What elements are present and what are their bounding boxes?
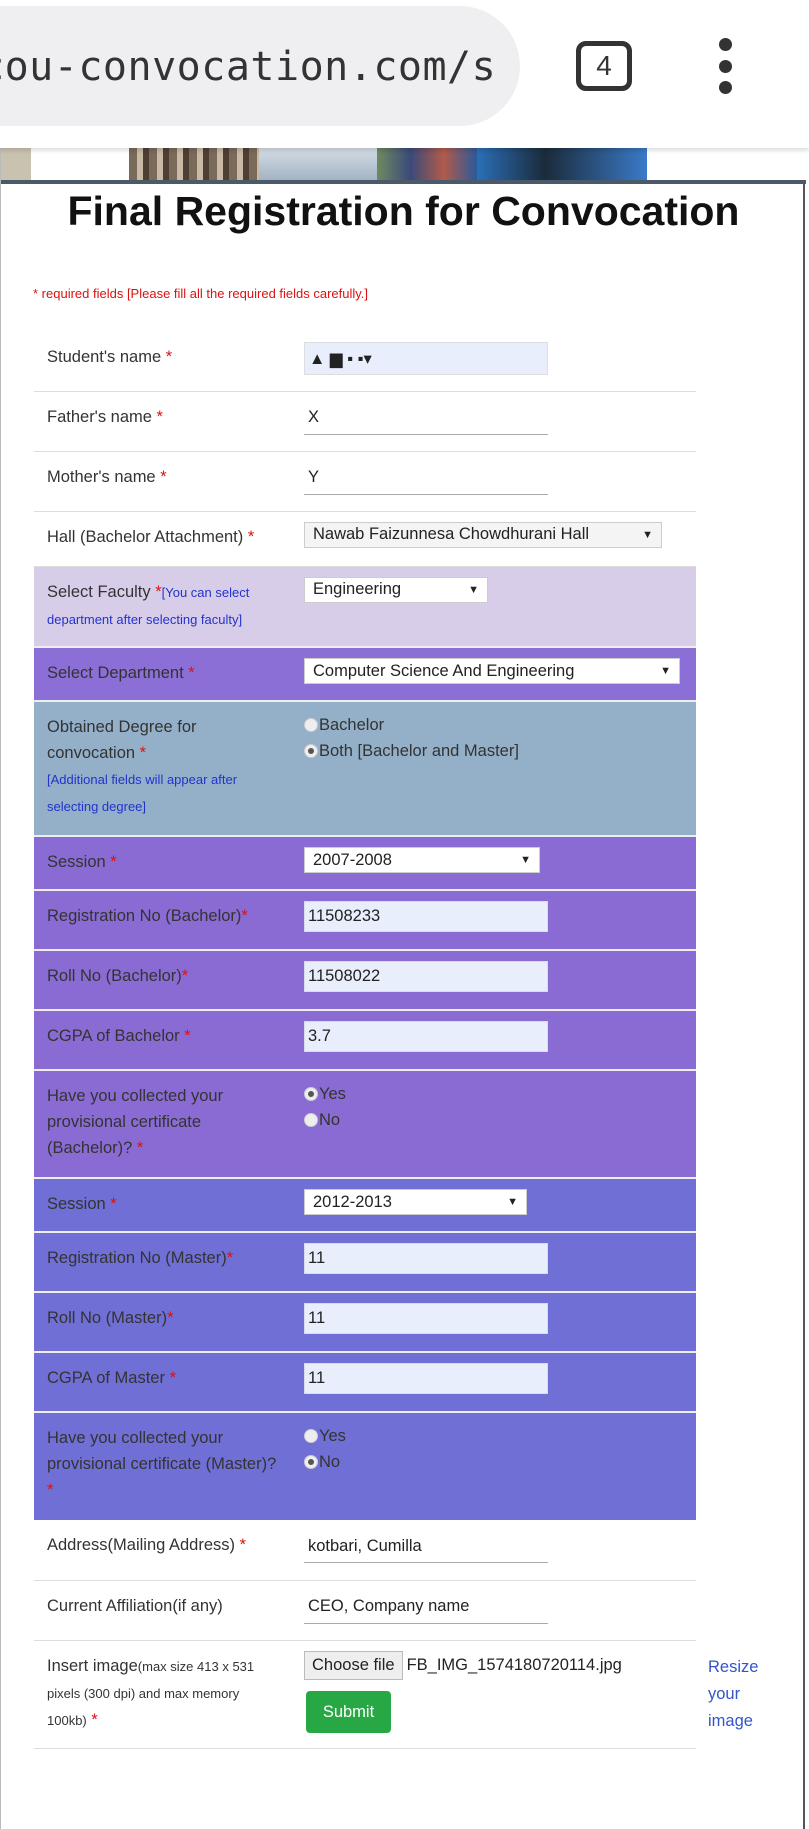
radio-button[interactable] <box>304 718 318 732</box>
registration-form: Student's name * Father's name * Mother'… <box>34 332 696 1749</box>
bachelor-session-select[interactable]: 2007-2008 ▼ <box>304 847 540 873</box>
bachelor-roll-input[interactable] <box>304 961 548 992</box>
image-label: Insert image(max size 413 x 531 pixels (… <box>47 1656 255 1729</box>
bachelor-cert-yes[interactable]: Yes <box>304 1081 684 1107</box>
faculty-select[interactable]: Engineering ▼ <box>304 576 488 603</box>
tab-count: 4 <box>596 50 612 81</box>
dropdown-arrow-icon: ▼ <box>468 583 479 596</box>
father-name-input[interactable] <box>304 401 548 435</box>
dropdown-arrow-icon: ▼ <box>507 1196 518 1208</box>
radio-button-selected[interactable] <box>304 1087 318 1101</box>
mother-name-label: Mother's name * <box>47 467 167 486</box>
bachelor-reg-label: Registration No (Bachelor)* <box>34 890 293 951</box>
master-cgpa-input[interactable] <box>304 1363 548 1394</box>
url-text[interactable]: cou-convocation.com/s <box>0 44 496 90</box>
father-name-label: Father's name * <box>47 407 163 426</box>
choose-file-button[interactable]: Choose file <box>304 1650 403 1680</box>
page-content: Final Registration for Convocation * req… <box>0 148 806 1829</box>
student-name-label: Student's name * <box>47 348 173 366</box>
bachelor-roll-label: Roll No (Bachelor)* <box>34 950 293 1011</box>
degree-label: Obtained Degree for convocation * [Additi… <box>34 701 293 837</box>
degree-hint: [Additional fields will appear after sel… <box>47 772 238 814</box>
master-cert-no[interactable]: No <box>304 1449 684 1475</box>
bachelor-cgpa-input[interactable] <box>304 1021 548 1052</box>
bachelor-cert-no[interactable]: No <box>304 1107 684 1133</box>
browser-toolbar: cou-convocation.com/s 4 <box>0 0 809 148</box>
master-roll-input[interactable] <box>304 1303 548 1334</box>
dropdown-arrow-icon: ▼ <box>642 528 653 541</box>
radio-button[interactable] <box>304 1113 318 1127</box>
master-roll-label: Roll No (Master)* <box>34 1292 293 1353</box>
submit-button[interactable]: Submit <box>306 1691 391 1733</box>
dropdown-arrow-icon: ▼ <box>660 665 671 677</box>
radio-button[interactable] <box>304 1429 318 1443</box>
master-certificate-label: Have you collected your provisional cert… <box>47 1429 277 1499</box>
hall-label: Hall (Bachelor Attachment) * <box>47 527 255 546</box>
bachelor-certificate-label: Have you collected your provisional cert… <box>34 1070 293 1179</box>
header-banner-image <box>1 148 806 184</box>
tab-switcher-button[interactable]: 4 <box>576 41 632 91</box>
address-bar[interactable]: cou-convocation.com/s <box>0 6 520 126</box>
hall-select[interactable]: Nawab Faizunnesa Chowdhurani Hall ▼ <box>304 521 662 548</box>
student-name-input[interactable] <box>304 342 548 375</box>
master-session-select[interactable]: 2012-2013 ▼ <box>304 1189 527 1215</box>
master-cgpa-label: CGPA of Master * <box>34 1352 293 1413</box>
dropdown-arrow-icon: ▼ <box>520 854 531 866</box>
degree-option-both[interactable]: Both [Bachelor and Master] <box>304 738 684 764</box>
overflow-menu-icon[interactable] <box>715 38 735 94</box>
department-select[interactable]: Computer Science And Engineering ▼ <box>304 658 680 684</box>
required-fields-note: * required fields [Please fill all the r… <box>33 286 369 301</box>
bachelor-cgpa-label: CGPA of Bachelor * <box>34 1010 293 1071</box>
radio-button-selected[interactable] <box>304 744 318 758</box>
master-reg-label: Registration No (Master)* <box>34 1232 293 1293</box>
affiliation-label: Current Affiliation(if any) <box>47 1596 223 1615</box>
master-reg-input[interactable] <box>304 1243 548 1274</box>
department-label: Select Department * <box>34 647 293 702</box>
mother-name-input[interactable] <box>304 461 548 495</box>
faculty-label: Select Faculty *[You can select departme… <box>34 566 293 648</box>
selected-filename: FB_IMG_1574180720114.jpg <box>406 1655 622 1674</box>
affiliation-input[interactable] <box>304 1590 548 1624</box>
radio-button-selected[interactable] <box>304 1455 318 1469</box>
page-title: Final Registration for Convocation <box>67 188 740 234</box>
bachelor-reg-input[interactable] <box>304 901 548 932</box>
degree-option-bachelor[interactable]: Bachelor <box>304 712 684 738</box>
address-label: Address(Mailing Address) * <box>47 1536 247 1554</box>
bachelor-session-label: Session * <box>34 836 293 891</box>
resize-image-link[interactable]: Resize your image <box>708 1654 768 1735</box>
address-input[interactable] <box>304 1530 548 1563</box>
master-session-label: Session * <box>34 1178 293 1233</box>
master-cert-yes[interactable]: Yes <box>304 1423 684 1449</box>
